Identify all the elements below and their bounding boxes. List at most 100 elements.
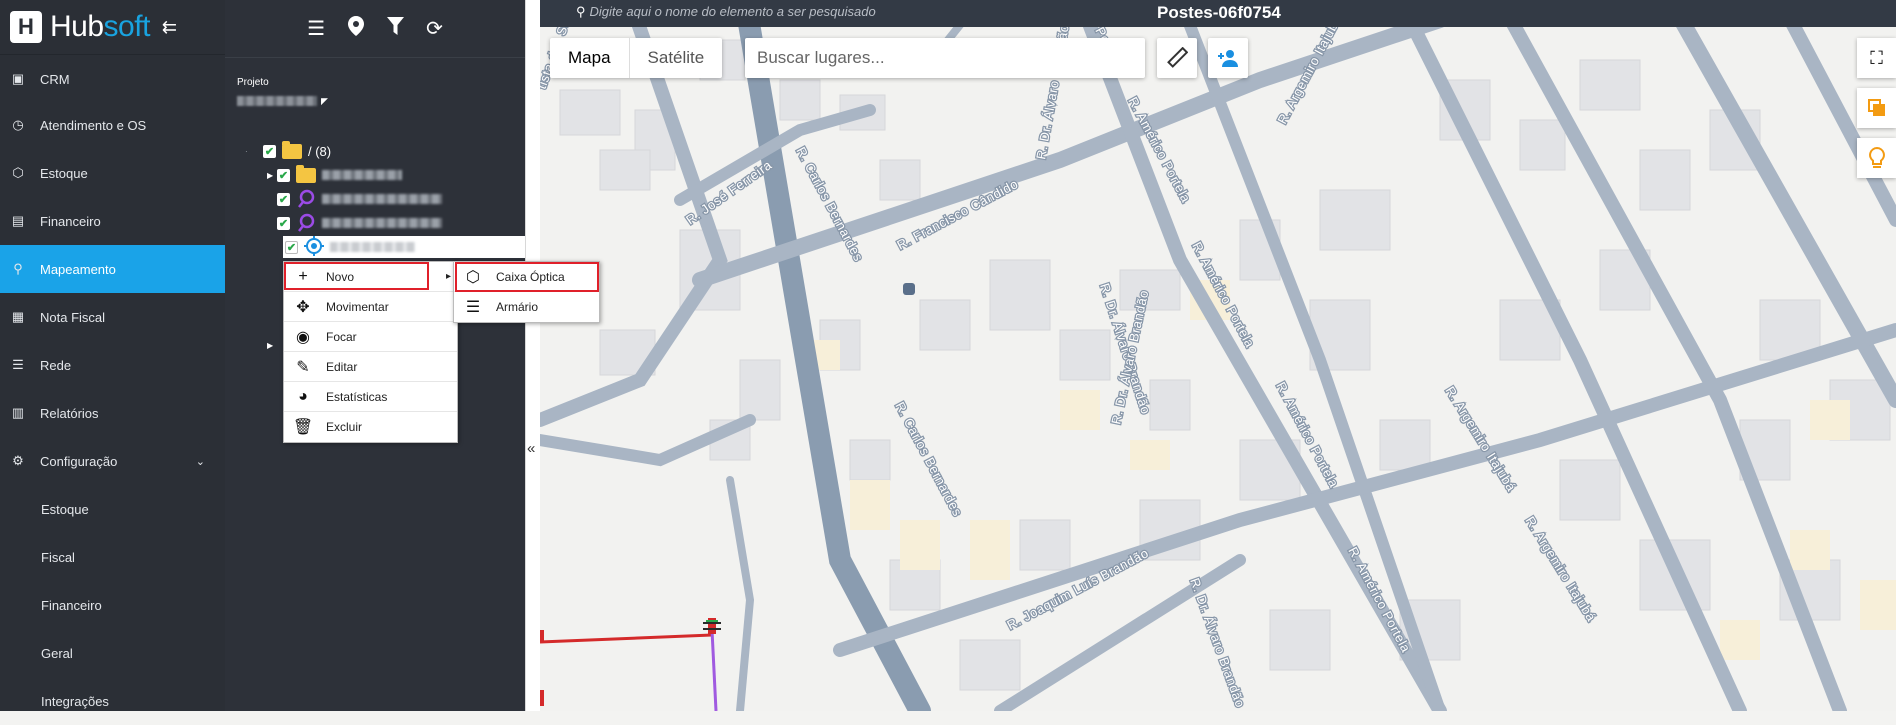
filter-icon[interactable] — [387, 16, 405, 41]
nav-item-label: Mapeamento — [40, 261, 116, 277]
nav-item-label: Financeiro — [40, 213, 101, 229]
nav-item-label: Configuração — [40, 453, 118, 469]
menu-item-editar[interactable]: ✎ Editar — [284, 352, 457, 382]
project-select-value — [237, 96, 317, 106]
move-icon: ✥ — [296, 298, 310, 316]
tree-node[interactable]: ▶ ✔ — [267, 164, 402, 186]
tree-node-label — [322, 170, 402, 180]
map-topbar: ⚲ Digite aqui o nome do elemento a ser pe… — [540, 0, 1896, 27]
nav-item-crm[interactable]: ▣ CRM — [0, 57, 225, 101]
nav-subitem-integra-es[interactable]: Integrações — [0, 677, 225, 725]
cabinet-icon: ☰ — [465, 299, 481, 316]
nav-item-relat-rios[interactable]: ▥ Relatórios — [0, 389, 225, 437]
brand-name: Hubsoft — [50, 10, 150, 43]
tree-node[interactable]: ✔ — [277, 212, 442, 234]
nav-item-label: Atendimento e OS — [40, 117, 147, 133]
menu-item-label: Movimentar — [326, 299, 389, 314]
tree-checkbox[interactable]: ✔ — [277, 168, 290, 182]
nav-item-nota-fiscal[interactable]: ▦ Nota Fiscal — [0, 293, 225, 341]
project-select[interactable]: ◤ — [237, 94, 332, 108]
search-icon: ⚲ — [576, 4, 586, 19]
money-icon: ▤ — [11, 213, 25, 228]
places-search-input[interactable]: Buscar lugares... — [745, 38, 1145, 78]
location-pin-icon[interactable] — [347, 15, 365, 42]
element-search-placeholder: Digite aqui o nome do elemento a ser pes… — [589, 4, 876, 19]
expand-arrow-icon[interactable]: ▶ — [267, 171, 277, 180]
pencil-icon: ✎ — [296, 358, 310, 376]
tree-checkbox[interactable]: ✔ — [277, 192, 290, 206]
nav-item-label: Nota Fiscal — [40, 309, 106, 325]
crm-icon: ▣ — [11, 71, 25, 86]
box-icon: ⬡ — [12, 165, 24, 180]
cable-node-icon — [296, 188, 316, 211]
highlight-box — [455, 262, 599, 292]
tree-checkbox[interactable]: ✔ — [263, 144, 276, 158]
tree-node-label — [322, 194, 442, 204]
collapse-double-left-icon[interactable]: « — [527, 440, 535, 457]
trash-icon: 🗑 — [292, 419, 314, 436]
tree-node[interactable]: ▶ — [267, 334, 277, 356]
menu-item-label: Armário — [496, 300, 539, 314]
main-sidebar: H Hubsoft ⇇ ▣ CRM ◷ Atendimento e OS ⬡ Estoqu… — [0, 0, 225, 711]
menu-item-focar[interactable]: ◉ Focar — [284, 322, 457, 352]
folder-icon — [282, 140, 302, 159]
nav-subitem-financeiro[interactable]: Financeiro — [0, 581, 225, 629]
nav-item-estoque[interactable]: ⬡ Estoque — [0, 149, 225, 197]
chevron-down-icon: ⌄ — [195, 455, 205, 468]
map-type-mapa[interactable]: Mapa — [550, 38, 630, 78]
nav-subitem-estoque[interactable]: Estoque — [0, 485, 225, 533]
report-icon: ▥ — [11, 405, 25, 420]
nav-item-label: Relatórios — [40, 405, 99, 421]
tree-node-selected[interactable]: ✔ — [283, 235, 525, 259]
layers-icon[interactable] — [1857, 88, 1896, 128]
invoice-icon: ▦ — [11, 309, 25, 324]
panel-splitter[interactable]: « — [525, 0, 540, 711]
nav-item-mapeamento[interactable]: ⚲ Mapeamento — [0, 245, 225, 293]
expand-arrow-icon[interactable]: ▶ — [267, 341, 277, 350]
element-search[interactable]: ⚲ Digite aqui o nome do elemento a ser pe… — [576, 4, 876, 20]
fullscreen-icon[interactable]: ⛶ — [1857, 38, 1896, 78]
nav-item-label: Rede — [40, 357, 72, 373]
calendar-icon: ◷ — [12, 117, 24, 132]
tree-node-label — [322, 218, 442, 228]
tree-checkbox[interactable]: ✔ — [277, 216, 290, 230]
menu-item-movimentar[interactable]: ✥ Movimentar — [284, 292, 457, 322]
menu-item-arm-rio[interactable]: ☰ Armário — [454, 292, 599, 322]
tree-checkbox[interactable]: ✔ — [285, 240, 298, 254]
tree-root-label: / (8) — [308, 143, 332, 159]
tree-node-label — [330, 242, 415, 252]
lightbulb-icon[interactable] — [1857, 138, 1896, 178]
nav-item-rede[interactable]: ☰ Rede — [0, 341, 225, 389]
menu-collapse-icon[interactable]: ⇇ — [162, 17, 177, 38]
nav-subitem-geral[interactable]: Geral — [0, 629, 225, 677]
tree-node[interactable]: ✔ — [277, 188, 442, 210]
nav-item-label: Estoque — [40, 165, 88, 181]
hamburger-menu-icon[interactable]: ☰ — [307, 16, 325, 41]
map-type-satelite[interactable]: Satélite — [630, 38, 723, 78]
menu-item-label: Excluir — [326, 420, 363, 434]
hubsoft-logo-icon: H — [10, 11, 42, 43]
target-pole-icon — [304, 235, 324, 259]
refresh-icon[interactable]: ⟳ — [426, 16, 443, 41]
add-person-icon[interactable] — [1208, 38, 1248, 78]
map-canvas[interactable]: R. José Ferreira R. Carlos Bernardes R. … — [540, 0, 1896, 711]
menu-item-excluir[interactable]: 🗑 Excluir — [284, 412, 457, 442]
menu-item-estat-sticas[interactable]: ◕ Estatísticas — [284, 382, 457, 412]
map-type-toggle: Mapa Satélite — [550, 38, 723, 78]
nav-item-financeiro[interactable]: ▤ Financeiro — [0, 197, 225, 245]
panel-toolbar: ☰ ⟳ — [225, 0, 525, 58]
nav-item-configura-o[interactable]: ⚙ Configuração ⌄ — [0, 437, 225, 485]
gear-icon: ⚙ — [12, 453, 24, 468]
nav-subitem-fiscal[interactable]: Fiscal — [0, 533, 225, 581]
nav-item-atendimento-e-os[interactable]: ◷ Atendimento e OS — [0, 101, 225, 149]
pie-chart-icon: ◕ — [298, 387, 308, 405]
cable-node-icon — [296, 212, 316, 235]
submenu-arrow-icon: ▸ — [445, 271, 451, 282]
ruler-icon[interactable] — [1157, 38, 1197, 78]
network-icon: ☰ — [12, 357, 24, 372]
caret-down-icon: ◤ — [321, 95, 328, 106]
folder-icon — [296, 164, 316, 183]
project-label: Projeto — [237, 77, 269, 88]
tree-root[interactable]: · ✔ / (8) — [245, 140, 331, 162]
menu-item-label: Estatísticas — [326, 389, 388, 404]
